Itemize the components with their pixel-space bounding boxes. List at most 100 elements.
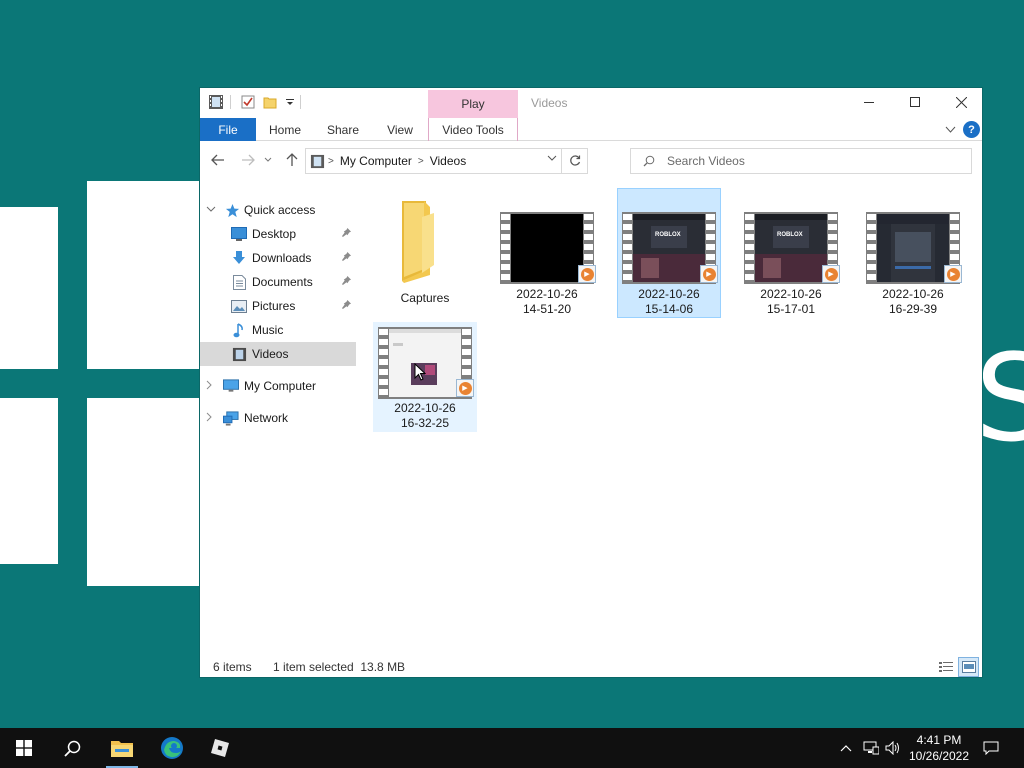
nav-item-pictures[interactable]: Pictures (200, 294, 356, 318)
edge-taskbar-button[interactable] (148, 728, 196, 768)
help-button[interactable]: ? (963, 121, 980, 138)
pin-icon[interactable] (342, 300, 351, 312)
back-button[interactable] (207, 149, 229, 171)
chevron-right-icon[interactable] (206, 380, 216, 393)
start-button[interactable] (0, 728, 48, 768)
nav-item-label: Pictures (252, 299, 296, 313)
show-hidden-icons-button[interactable] (836, 728, 856, 768)
pin-icon[interactable] (342, 276, 351, 288)
system-clock[interactable]: 4:41 PM 10/26/2022 (900, 732, 978, 764)
address-bar[interactable]: > My Computer > Videos (305, 148, 588, 174)
pictures-icon (231, 298, 247, 314)
pin-icon[interactable] (342, 228, 351, 240)
breadcrumb-my-computer[interactable]: My Computer (337, 149, 415, 173)
up-button[interactable] (281, 149, 303, 171)
search-input[interactable] (667, 154, 957, 168)
roblox-taskbar-button[interactable] (196, 728, 244, 768)
nav-item-downloads[interactable]: Downloads (200, 246, 356, 270)
nav-item-desktop[interactable]: Desktop (200, 222, 356, 246)
windows-logo-pane (87, 181, 199, 369)
chevron-up-icon (840, 745, 852, 752)
file-name: 2022-10-26 16-32-25 (394, 401, 456, 430)
pin-icon[interactable] (342, 252, 351, 264)
title-separator (230, 95, 231, 109)
nav-item-music[interactable]: Music (200, 318, 356, 342)
nav-my-computer[interactable]: My Computer (200, 374, 356, 398)
play-icon: ▶ (578, 265, 596, 283)
mouse-cursor-icon (414, 362, 427, 384)
nav-quick-access-label: Quick access (244, 203, 316, 217)
video-file-item[interactable]: ROBLOX ▶ 2022-10-26 15-17-01 (739, 188, 843, 318)
chevron-down-icon (264, 157, 272, 162)
videos-folder-icon (208, 94, 224, 110)
tab-share[interactable]: Share (314, 118, 372, 141)
nav-item-label: Documents (252, 275, 313, 289)
thumbnail-logo-text: ROBLOX (655, 232, 681, 238)
nav-network[interactable]: Network (200, 406, 356, 430)
large-icons-view-button[interactable] (958, 657, 979, 677)
video-file-item[interactable]: ▶ 2022-10-26 16-29-39 (861, 188, 965, 318)
video-file-item[interactable]: ▶ 2022-10-26 14-51-20 (495, 188, 599, 318)
properties-icon[interactable] (240, 94, 256, 110)
chevron-down-icon[interactable] (206, 205, 216, 216)
nav-item-videos[interactable]: Videos (200, 342, 356, 366)
tab-view[interactable]: View (372, 118, 428, 141)
network-tray-button[interactable] (860, 728, 882, 768)
downloads-icon (231, 250, 247, 266)
file-explorer-taskbar-button[interactable] (98, 728, 146, 768)
file-explorer-icon (111, 741, 133, 757)
breadcrumb-separator: > (417, 155, 424, 167)
maximize-icon (910, 97, 920, 107)
folder-item[interactable]: Captures (373, 188, 477, 318)
chevron-right-icon[interactable] (206, 412, 216, 425)
nav-network-label: Network (244, 411, 289, 425)
notifications-button[interactable] (980, 728, 1002, 768)
recent-locations-button[interactable] (261, 149, 275, 171)
status-bar: 6 items 1 item selected 13.8 MB (200, 656, 982, 677)
minimize-button[interactable] (846, 88, 892, 116)
file-name: 2022-10-26 14-51-20 (516, 287, 578, 316)
help-icon: ? (963, 121, 980, 138)
windows-logo-pane (0, 207, 58, 369)
arrow-right-icon (242, 154, 255, 166)
new-folder-icon[interactable] (262, 94, 278, 110)
details-view-button[interactable] (937, 658, 955, 676)
nav-item-label: Music (252, 323, 284, 337)
title-separator (300, 95, 301, 109)
chevron-down-icon (547, 155, 557, 161)
expand-ribbon-button[interactable] (942, 121, 958, 138)
search-button[interactable] (48, 728, 96, 768)
edge-browser-icon (161, 737, 183, 759)
customize-quick-access-icon[interactable] (282, 94, 298, 110)
search-box[interactable] (630, 148, 972, 174)
video-thumbnail: ROBLOX ▶ (622, 212, 718, 284)
tab-home[interactable]: Home (256, 118, 314, 141)
video-thumbnail: ▶ (378, 327, 474, 399)
nav-item-label: Videos (252, 347, 289, 361)
video-file-item[interactable]: ▶ 2022-10-26 16-32-25 (373, 322, 477, 432)
item-count: 6 items (213, 660, 252, 674)
clock-date: 10/26/2022 (908, 749, 970, 763)
play-icon: ▶ (700, 265, 718, 283)
file-name: 2022-10-26 15-17-01 (760, 287, 822, 316)
clock-time: 4:41 PM (916, 733, 962, 747)
tab-video-tools[interactable]: Video Tools (428, 118, 518, 141)
forward-button[interactable] (237, 149, 259, 171)
videos-location-icon (310, 154, 325, 169)
tab-file[interactable]: File (200, 118, 256, 141)
ribbon-tabs: File Home Share View Video Tools ? (200, 118, 982, 141)
address-dropdown-button[interactable] (547, 154, 557, 165)
refresh-button[interactable] (561, 149, 587, 173)
video-file-item[interactable]: ROBLOX ▶ 2022-10-26 15-14-06 (617, 188, 721, 318)
close-button[interactable] (938, 88, 982, 116)
nav-quick-access[interactable]: Quick access (200, 198, 356, 222)
nav-item-label: Desktop (252, 227, 297, 241)
nav-item-documents[interactable]: Documents (200, 270, 356, 294)
file-name: Captures (400, 291, 450, 305)
maximize-button[interactable] (892, 88, 938, 116)
arrow-up-icon (286, 153, 298, 166)
network-wired-icon (863, 741, 879, 755)
play-context-tab[interactable]: Play (428, 90, 518, 118)
breadcrumb-videos[interactable]: Videos (427, 149, 469, 173)
large-icons-view-icon (961, 661, 976, 673)
